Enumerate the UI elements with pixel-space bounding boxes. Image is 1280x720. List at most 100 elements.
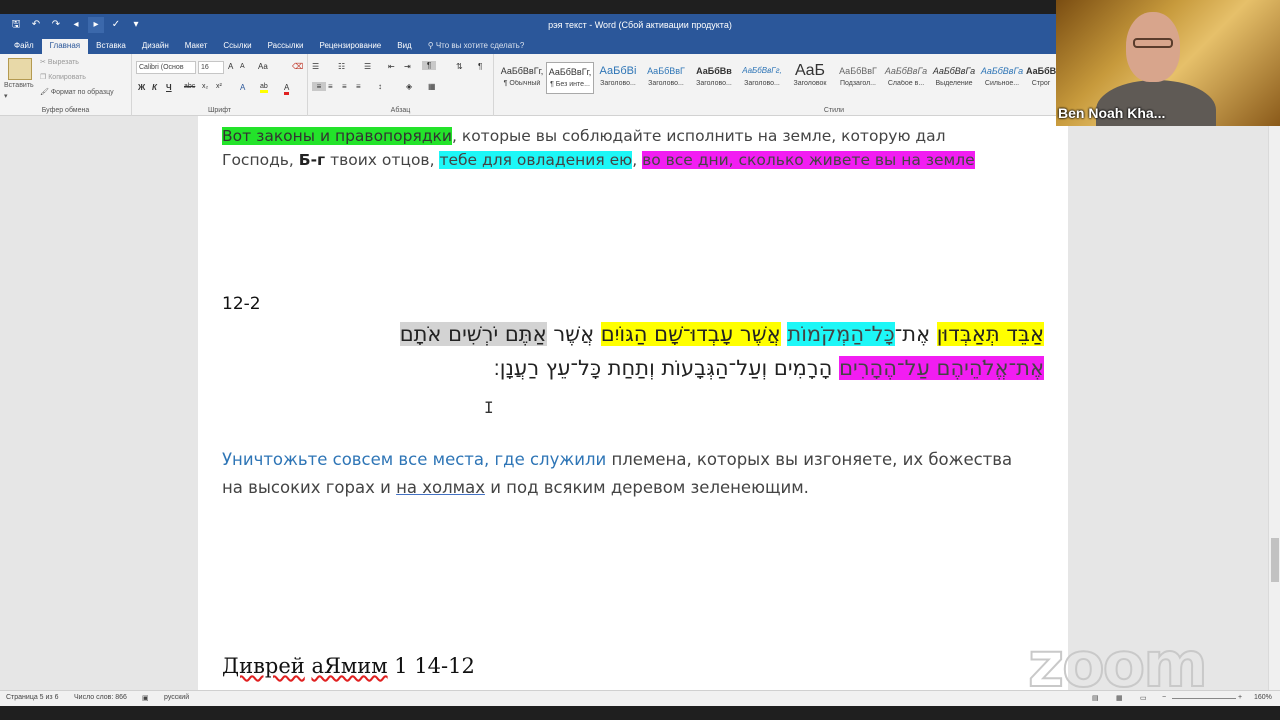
bold-run: Б-г — [298, 151, 326, 169]
line-spacing-icon[interactable]: ↕ — [378, 82, 382, 91]
participant-name: Ben Noah Kha... — [1058, 105, 1166, 121]
justify-icon[interactable]: ≡ — [356, 82, 361, 91]
style-emphasis[interactable]: АаБбВвГа Выделение — [930, 62, 978, 94]
decrease-indent-icon[interactable]: ⇤ — [388, 62, 395, 71]
style-subtle-emphasis[interactable]: АаБбВвГа Слабое в... — [882, 62, 930, 94]
word-window: 🖫 ↶ ↷ ◂ ▸ ✓ ▾ рэя текст - Word (Сбой акт… — [0, 0, 1280, 720]
text-run: הָרָמִים וְעַל־הַגְּבָעוֹת וְתַחַת כָּל־… — [493, 356, 840, 380]
superscript-button[interactable]: x² — [216, 83, 222, 90]
text-run: , которые вы соблюдайте исполнить на зем… — [451, 127, 946, 145]
borders-icon[interactable]: ▦ — [428, 82, 436, 91]
highlight-cyan: тебе для овладения ею — [439, 151, 633, 169]
numbering-icon[interactable]: ☷ — [338, 62, 345, 71]
multilevel-list-icon[interactable]: ☰ — [364, 62, 371, 71]
shrink-font-button[interactable]: A — [240, 63, 245, 70]
subscript-button[interactable]: x₂ — [202, 83, 208, 90]
style-title[interactable]: AaБ Заголовок — [786, 62, 834, 94]
style-subtitle[interactable]: АаБбВвГ Подзагол... — [834, 62, 882, 94]
tab-file[interactable]: Файл — [6, 39, 42, 54]
rtl-direction-icon[interactable]: ¶ — [422, 61, 436, 70]
shading-icon[interactable]: ◈ — [406, 82, 412, 91]
tab-references[interactable]: Ссылки — [215, 39, 259, 54]
strikethrough-button[interactable]: abc — [184, 83, 195, 90]
scrollbar-thumb[interactable] — [1271, 538, 1279, 582]
increase-indent-icon[interactable]: ⇥ — [404, 62, 411, 71]
italic-button[interactable]: К — [152, 83, 157, 92]
zoom-in-icon[interactable]: + — [1238, 694, 1242, 701]
brush-icon: 🖌 — [40, 89, 51, 96]
highlight-magenta: во все дни, сколько живете вы на земле — [642, 151, 975, 169]
text-run: на высоких горах и — [222, 478, 397, 497]
font-label: Шрифт — [207, 107, 232, 114]
style-strong[interactable]: АаБбВвГСтрог — [1026, 62, 1056, 94]
blue-run: Уничтожьте совсем все места, где служили — [222, 450, 607, 469]
clear-format-icon[interactable]: ⌫ — [292, 62, 303, 71]
text-run: твоих отцов, — [325, 151, 440, 169]
highlight-yellow: אֲשֶׁר עָבְדוּ־שָׁם הַגּוֹיִם — [600, 322, 781, 346]
highlight-button[interactable]: ab — [260, 83, 268, 93]
tab-layout[interactable]: Макет — [177, 39, 216, 54]
style-no-spacing[interactable]: АаБбВвГг, ¶ Без инте... — [546, 62, 594, 94]
highlight-gray: אַתֶּם יֹרְשִׁים אֹתָם — [399, 322, 547, 346]
font-group: Calibri (Основ 16 A A Aa ⌫ Ж К Ч abc x₂ … — [132, 54, 308, 116]
align-left-icon[interactable]: ≡ — [312, 82, 326, 91]
grow-font-button[interactable]: A — [228, 62, 233, 71]
misspelled-word: аЯмим — [311, 654, 388, 678]
font-color-button[interactable]: A — [284, 83, 290, 95]
tab-design[interactable]: Дизайн — [134, 39, 177, 54]
hebrew-line-1: אַבֵּד תְּאַבְּדוּן אֶת־כָּל־הַמְּקֹמוֹת… — [399, 318, 1044, 350]
bold-button[interactable]: Ж — [138, 83, 145, 92]
paste-icon[interactable] — [8, 58, 32, 80]
zoom-level[interactable]: 160% — [1254, 694, 1272, 701]
change-case-button[interactable]: Aa — [258, 62, 268, 71]
vertical-scrollbar[interactable] — [1268, 116, 1280, 690]
tab-view[interactable]: Вид — [389, 39, 419, 54]
scissors-icon: ✂ — [40, 59, 48, 66]
text-run: אֶת־ — [894, 322, 937, 346]
align-right-icon[interactable]: ≡ — [342, 82, 347, 91]
paragraph-2-line-1: Уничтожьте совсем все места, где служили… — [222, 448, 1012, 472]
style-normal[interactable]: АаБбВвГг, ¶ Обычный — [498, 62, 546, 94]
copy-button[interactable]: ❐ Копировать — [40, 73, 86, 81]
word-count[interactable]: Число слов: 866 — [74, 694, 127, 701]
text-run: и под всяким деревом зеленеющим. — [484, 478, 809, 497]
i-beam-cursor: I — [484, 398, 494, 417]
show-marks-icon[interactable]: ¶ — [478, 62, 482, 71]
style-heading-3[interactable]: АаБбВв Заголово... — [690, 62, 738, 94]
proofing-icon[interactable]: ▣ — [142, 694, 149, 702]
style-intense-emphasis[interactable]: АаБбВвГа Сильное... — [978, 62, 1026, 94]
style-heading-2[interactable]: АаБбВвГ Заголово... — [642, 62, 690, 94]
page-count[interactable]: Страница 5 из 6 — [6, 694, 58, 701]
cut-button[interactable]: ✂ Вырезать — [40, 58, 79, 66]
tab-home[interactable]: Главная — [41, 39, 89, 54]
font-name-select[interactable]: Calibri (Основ — [136, 61, 196, 74]
screen-bottom-strip — [0, 706, 1280, 720]
sort-icon[interactable]: ⇅ — [456, 62, 463, 71]
style-heading-4[interactable]: АаБбВвГг, Заголово... — [738, 62, 786, 94]
font-size-select[interactable]: 16 — [198, 61, 224, 74]
tab-mailings[interactable]: Рассылки — [260, 39, 312, 54]
zoom-watermark: zoom — [1027, 627, 1209, 702]
paragraph-1-line-1: Вот законы и правопорядки, которые вы со… — [222, 124, 946, 148]
format-painter-button[interactable]: 🖌 Формат по образцу — [40, 88, 114, 96]
align-center-icon[interactable]: ≡ — [328, 82, 333, 91]
underline-button[interactable]: Ч — [166, 83, 172, 92]
tell-me-box[interactable]: ⚲ Что вы хотите сделать? — [420, 39, 525, 54]
clipboard-label: Буфер обмена — [41, 107, 90, 114]
bullets-icon[interactable]: ☰ — [312, 62, 319, 71]
highlight-yellow: אַבֵּד תְּאַבְּדוּן — [936, 322, 1044, 346]
language[interactable]: русский — [164, 694, 189, 701]
paragraph-group: ☰ ☷ ☰ ⇤ ⇥ ¶ ⇅ ¶ ≡ ≡ ≡ ≡ ↕ ◈ ▦ Абзац — [308, 54, 494, 116]
text-effects-button[interactable]: A — [240, 83, 245, 92]
misspelled-word: Диврей — [222, 654, 305, 678]
glasses-icon — [1133, 38, 1173, 48]
style-heading-1[interactable]: АаБбВі Заголово... — [594, 62, 642, 94]
hebrew-line-2: אֶת־אֱלֹהֵיהֶם עַל־הֶהָרִים הָרָמִים וְע… — [494, 352, 1044, 384]
tab-insert[interactable]: Вставка — [88, 39, 134, 54]
chevron-down-icon[interactable]: ▾ — [4, 92, 8, 100]
clipboard-group: Вставить ▾ ✂ Вырезать ❐ Копировать 🖌 Фор… — [0, 54, 132, 116]
document-page[interactable]: Вот законы и правопорядки, которые вы со… — [198, 116, 1068, 690]
paragraph-1-line-2: Господь, Б-г твоих отцов, тебе для овлад… — [222, 148, 975, 172]
tab-review[interactable]: Рецензирование — [311, 39, 389, 54]
paste-button[interactable]: Вставить — [4, 82, 34, 89]
